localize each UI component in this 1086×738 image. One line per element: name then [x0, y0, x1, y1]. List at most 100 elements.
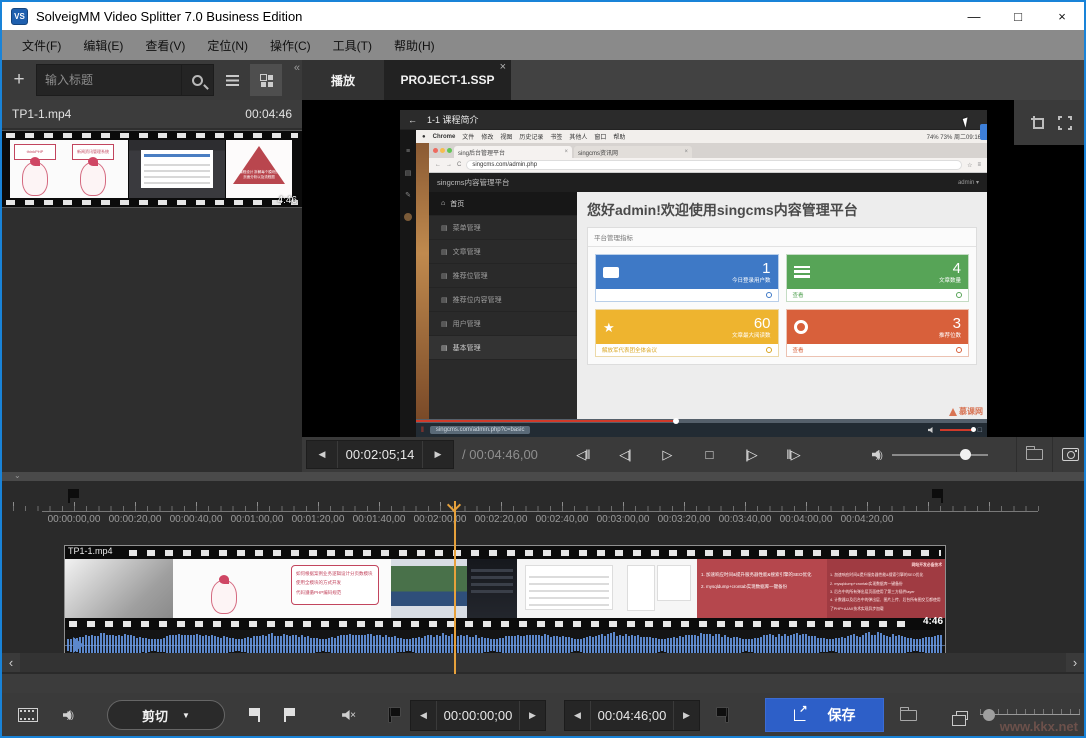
tab-playback[interactable]: 播放 [302, 60, 384, 100]
inner-progress-fill [416, 420, 673, 422]
tab-close-icon[interactable]: × [500, 61, 506, 73]
video-left-rail: ≡ ▤ ✎ [400, 130, 416, 437]
add-media-button[interactable]: + [2, 64, 36, 96]
mute-fragment-button[interactable]: × [332, 698, 366, 732]
card-go-icon [956, 292, 962, 298]
maximize-button[interactable]: □ [996, 2, 1040, 30]
list-view-button[interactable] [216, 64, 248, 96]
next-frame-button[interactable]: |▷ [734, 441, 768, 469]
timeline-area[interactable]: 00:00:00,00 00:00:20,00 00:00:40,00 00:0… [2, 481, 1084, 674]
thumb-pyramid-frame: 课程设计 拆解每个模块的页面分析以及流程图 [226, 140, 292, 198]
star-icon: ★ [603, 321, 615, 334]
search-button[interactable] [182, 64, 214, 96]
timeline-scrollbar[interactable]: ‹ › [2, 653, 1084, 672]
time-step-forward-button[interactable]: ▶ [423, 449, 453, 460]
end-step-back-button[interactable]: ◀ [565, 710, 590, 721]
video-frame-content: ← 1-1 课程简介 ≡ ▤ ✎ ● Chrome 文件 修改 [400, 110, 987, 437]
menu-view[interactable]: 查看(V) [135, 33, 195, 58]
playhead[interactable] [454, 501, 456, 674]
mac-menu-item: 书签 [550, 132, 562, 141]
menu-operations[interactable]: 操作(C) [260, 33, 321, 58]
menu-position[interactable]: 定位(N) [197, 33, 258, 58]
minimize-button[interactable]: — [952, 2, 996, 30]
cms-nav-home: ⌂首页 [429, 192, 577, 216]
media-item-name: TP1-1.mp4 [12, 107, 71, 121]
cms-nav-users: ▤用户管理 [429, 312, 577, 336]
fullscreen-icon[interactable] [1058, 116, 1072, 130]
stop-button[interactable]: □ [692, 441, 726, 469]
snapshot-button[interactable] [1052, 437, 1086, 472]
mac-menu-item: 文件 [462, 132, 474, 141]
playback-bar: ◀ 00:02:05;14 ▶ / 00:04:46,00 ◁‖ ◁| ▷ □ … [302, 437, 1086, 472]
end-marker-flag[interactable] [932, 489, 943, 503]
menu-tools[interactable]: 工具(T) [323, 33, 382, 58]
ruler-label: 00:03:20,00 [658, 514, 711, 525]
bookmark-icon: ☆ [967, 162, 972, 169]
save-button[interactable]: 保存 [765, 698, 884, 732]
library-toolbar: + « [2, 60, 302, 100]
thumbnail-duration-badge: 4:46 [278, 195, 297, 206]
cms-body: ⌂首页 ▤菜单管理 ▤文章管理 ▤推荐位管理 ▤推荐位内容管理 ▤用户管理 ▤基… [429, 192, 987, 419]
inner-volume-bar [940, 429, 974, 431]
start-marker-flag[interactable] [68, 489, 79, 503]
traffic-lights [433, 145, 452, 158]
browser-reload-icon: C [457, 162, 461, 168]
card-go-icon [956, 347, 962, 353]
fragment-start-time: 00:00:00;00 [436, 701, 520, 730]
timeline-clip[interactable]: TP1-1.mp4 如何根据案例业务逻辑设计分页数模块使用全模块的方式开发代码遵… [64, 545, 946, 661]
grid-view-button[interactable] [250, 64, 282, 96]
video-preview-area[interactable]: ← 1-1 课程简介 ≡ ▤ ✎ ● Chrome 文件 修改 [302, 100, 1086, 437]
next-keyframe-button[interactable]: ‖▷ [776, 441, 810, 469]
time-step-back-button[interactable]: ◀ [307, 449, 337, 460]
prev-frame-button[interactable]: ◁| [608, 441, 642, 469]
scroll-left-button[interactable]: ‹ [2, 653, 20, 672]
scroll-right-button[interactable]: › [1066, 653, 1084, 672]
collapse-panel-button[interactable]: « [294, 62, 300, 74]
volume-slider[interactable] [892, 454, 988, 456]
prev-keyframe-button[interactable]: ◁‖ [566, 441, 600, 469]
open-folder-button[interactable] [1016, 437, 1052, 472]
tab-project[interactable]: PROJECT-1.SSP × [384, 60, 511, 100]
output-folder-button[interactable] [890, 698, 926, 732]
menu-help[interactable]: 帮助(H) [384, 33, 445, 58]
menu-file[interactable]: 文件(F) [12, 33, 71, 58]
set-right-marker-button[interactable] [274, 698, 306, 732]
media-item-header[interactable]: TP1-1.mp4 00:04:46 [2, 100, 302, 128]
save-label: 保存 [828, 705, 856, 725]
set-left-marker-button[interactable] [238, 698, 270, 732]
cms-header: singcms内容管理平台 admin ▾ [429, 173, 987, 192]
ruler-label: 00:03:40,00 [719, 514, 772, 525]
volume-knob[interactable] [960, 449, 971, 460]
crop-icon[interactable] [1031, 116, 1044, 129]
zoom-knob[interactable] [983, 709, 995, 721]
ruler-label: 00:02:00,00 [414, 514, 467, 525]
cms-welcome-heading: 您好admin!欢迎使用singcms内容管理平台 [587, 200, 977, 220]
start-step-back-button[interactable]: ◀ [411, 710, 436, 721]
search-input[interactable] [36, 64, 182, 96]
cascade-windows-icon [956, 711, 968, 720]
inner-player-progress [416, 419, 987, 423]
mac-menu-item: 其他人 [569, 132, 587, 141]
browser-tabbar: sing后台管理平台× singcms资讯网× [429, 143, 987, 158]
cms-cards: 1今日登录用户数 4文章数量 查看 [588, 247, 976, 364]
app-window: VS SolveigMM Video Splitter 7.0 Business… [0, 0, 1086, 738]
media-item-thumbnail[interactable]: thinkPHP 新闻资讯管理系统 课程设计 拆解每个模块的页面分析以及流程图 … [2, 130, 302, 208]
close-button[interactable]: × [1040, 2, 1084, 30]
current-time: 00:02:05;14 [337, 441, 423, 468]
export-icon [794, 709, 806, 721]
menu-edit[interactable]: 编辑(E) [73, 33, 133, 58]
app-logo-icon: VS [11, 8, 28, 25]
rail-logo-icon [404, 213, 412, 221]
panel-splitter[interactable]: ⌄ [2, 472, 1084, 481]
lifebuoy-icon [794, 320, 808, 334]
end-step-forward-button[interactable]: ▶ [674, 710, 699, 721]
browser-tab-active: sing后台管理平台× [454, 146, 572, 158]
frame-red-slide-b: 网站开发必备技术 1. 加速响应时间&提升服务器性能&搜索引擎的SEO优化2. … [827, 559, 945, 618]
audio-track-button[interactable]: ))) [50, 698, 86, 732]
mode-dropdown[interactable]: 剪切 ▼ [107, 700, 225, 730]
storyboard-button[interactable] [10, 698, 46, 732]
play-button[interactable]: ▷ [650, 441, 684, 469]
thumb-admin-frame [129, 140, 225, 198]
inner-progress-handle [673, 418, 679, 424]
start-step-forward-button[interactable]: ▶ [520, 710, 545, 721]
